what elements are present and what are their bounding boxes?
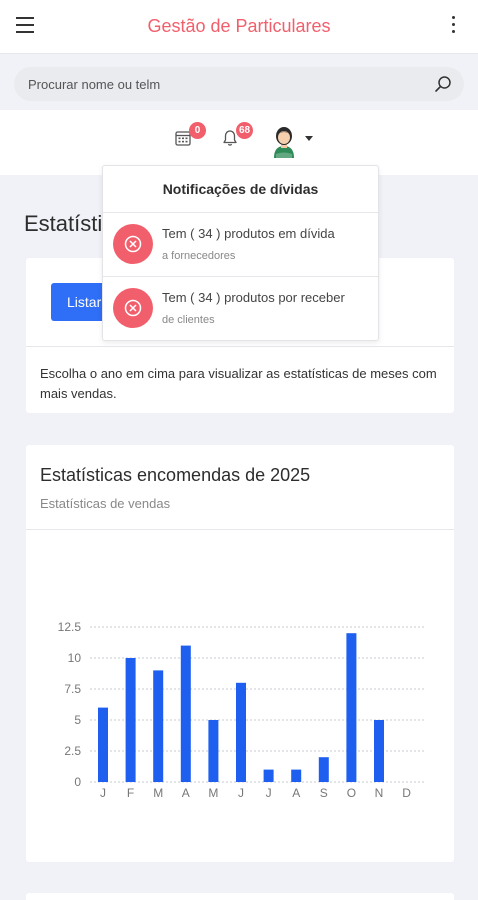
y-tick-label: 12.5 xyxy=(58,620,82,634)
next-card xyxy=(26,893,454,900)
notification-item[interactable]: Tem ( 34 ) produtos em dívida a forneced… xyxy=(103,213,378,277)
more-options-icon[interactable] xyxy=(450,16,456,36)
y-tick-label: 10 xyxy=(68,651,82,665)
chart-bar[interactable] xyxy=(263,769,274,782)
x-tick-label: D xyxy=(402,786,411,800)
chart-bar[interactable] xyxy=(125,658,136,782)
x-tick-label: J xyxy=(266,786,272,800)
chart-bar[interactable] xyxy=(208,720,219,782)
x-tick-label: A xyxy=(292,786,300,800)
chart-subtitle: Estatísticas de vendas xyxy=(40,496,171,511)
bar-chart: 0 2.5 5 7.5 10 12.5 J F M A M J J A S O N D xyxy=(58,620,426,800)
y-tick-label: 0 xyxy=(74,775,81,789)
chart-bar[interactable] xyxy=(318,757,329,782)
chart-bar[interactable] xyxy=(374,720,384,782)
search-bar xyxy=(14,67,464,101)
x-tick-label: A xyxy=(182,786,190,800)
top-bar: Gestão de Particulares xyxy=(0,0,478,54)
notifications-dropdown: Notificações de dívidas Tem ( 34 ) produ… xyxy=(102,165,379,341)
notification-item[interactable]: Tem ( 34 ) produtos por receber de clien… xyxy=(103,277,378,341)
search-icon[interactable] xyxy=(434,75,452,93)
chart-title: Estatísticas encomendas de 2025 xyxy=(40,465,311,485)
y-tick-label: 2.5 xyxy=(64,744,81,758)
x-tick-label: J xyxy=(100,786,106,800)
app-title: Gestão de Particulares xyxy=(147,16,331,36)
avatar-icon[interactable] xyxy=(270,124,298,158)
chart-bar[interactable] xyxy=(346,633,357,782)
x-tick-label: M xyxy=(208,786,218,800)
chart-bar[interactable] xyxy=(153,670,164,782)
x-tick-label: J xyxy=(238,786,244,800)
y-tick-label: 5 xyxy=(74,713,81,727)
x-tick-label: S xyxy=(320,786,328,800)
notifications-title: Notificações de dívidas xyxy=(103,166,378,213)
close-circle-icon xyxy=(113,224,153,264)
notification-subtext: a fornecedores xyxy=(162,250,236,262)
notifications-badge: 68 xyxy=(236,122,254,139)
chart-bar[interactable] xyxy=(98,707,108,782)
help-text: Escolha o ano em cima para visualizar as… xyxy=(40,366,437,401)
x-tick-label: O xyxy=(347,786,356,800)
search-input[interactable] xyxy=(14,67,414,101)
calendar-badge: 0 xyxy=(189,122,206,139)
chart-bar[interactable] xyxy=(291,769,302,782)
chevron-down-icon[interactable] xyxy=(305,136,313,141)
y-tick-label: 7.5 xyxy=(64,682,81,696)
x-tick-label: F xyxy=(127,786,134,800)
chart-bar[interactable] xyxy=(180,645,191,782)
orders-chart-card: Estatísticas encomendas de 2025 Estatíst… xyxy=(26,445,454,862)
notification-text: Tem ( 34 ) produtos por receber xyxy=(162,290,345,305)
x-tick-label: N xyxy=(375,786,384,800)
close-circle-icon xyxy=(113,288,153,328)
chart-bar[interactable] xyxy=(236,682,246,782)
notification-subtext: de clientes xyxy=(162,314,215,326)
card-divider xyxy=(26,346,454,347)
notification-text: Tem ( 34 ) produtos em dívida xyxy=(162,226,335,241)
x-tick-label: M xyxy=(153,786,163,800)
